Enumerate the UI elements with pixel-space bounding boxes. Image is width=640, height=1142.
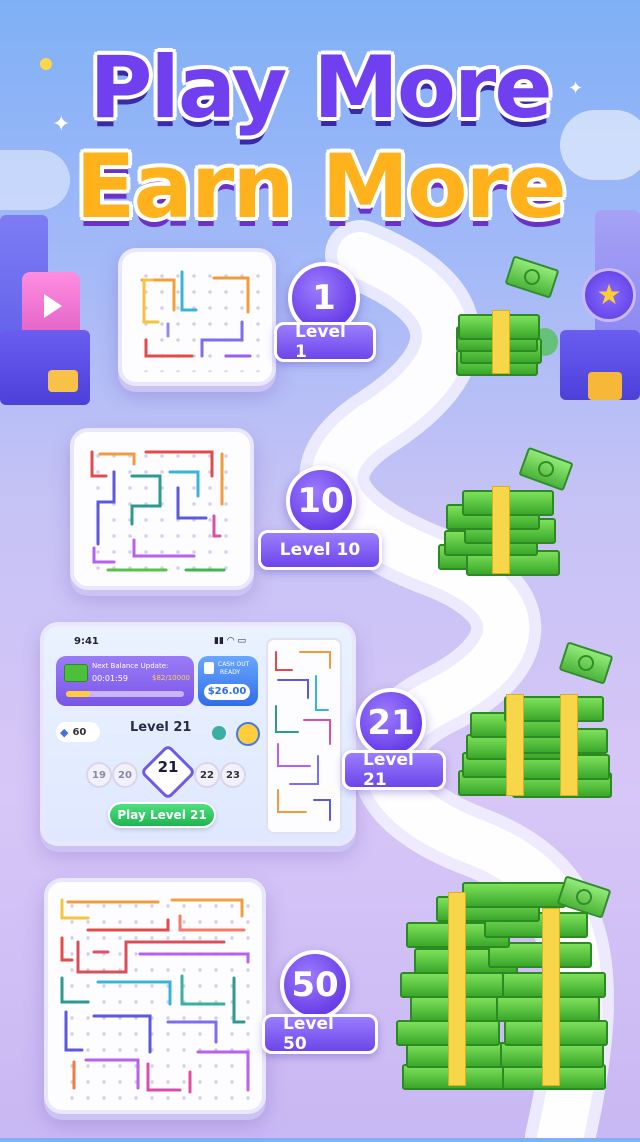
level-50-number-badge: 50 — [280, 950, 350, 1020]
gem-count: 60 — [72, 726, 87, 738]
level-21-number-badge: 21 — [356, 688, 426, 758]
puzzle-lines — [90, 450, 226, 572]
gem-counter[interactable]: ◆ 60 — [56, 722, 100, 742]
level-label: Level 10 — [279, 540, 361, 560]
balance-progress-fill — [66, 691, 90, 697]
status-time: 9:41 — [74, 636, 99, 647]
gem-icon: ◆ — [60, 725, 69, 739]
play-level-button[interactable]: Play Level 21 — [108, 802, 216, 828]
level-selector-22[interactable]: 22 — [194, 762, 220, 788]
level-number: 21 — [367, 703, 415, 743]
level-10-number-badge: 10 — [286, 466, 356, 536]
balance-timer: 00:01:59 — [92, 674, 128, 683]
play-icon — [44, 294, 62, 318]
level-21-app-card[interactable]: 9:41 ▮▮ ◠ ▭ Next Balance Update: 00:01:5… — [40, 622, 356, 846]
level-50-label-pill[interactable]: Level 50 — [262, 1014, 378, 1054]
level-1-label-pill[interactable]: Level 1 — [274, 322, 376, 362]
money-stack-small — [452, 300, 552, 380]
status-icons: ▮▮ ◠ ▭ — [214, 636, 246, 646]
level-10-puzzle-card[interactable] — [70, 428, 254, 590]
puzzle-lines — [60, 898, 250, 1094]
puzzle-lines — [275, 651, 331, 821]
hint-icon[interactable] — [212, 726, 226, 740]
star-icon: ★ — [596, 278, 622, 311]
level-21-puzzle-preview — [266, 638, 342, 834]
cash-out-label: CASH OUT — [218, 661, 250, 668]
title-line-2: Earn More — [75, 135, 566, 238]
level-50-puzzle-card[interactable] — [44, 878, 266, 1114]
level-number: 1 — [312, 278, 336, 318]
level-1-puzzle-card[interactable] — [118, 248, 276, 386]
gold-cube-decor-right — [588, 372, 622, 400]
balance-progress-bar — [66, 691, 184, 697]
balance-label: Next Balance Update: — [92, 662, 169, 670]
level-selector-19[interactable]: 19 — [86, 762, 112, 788]
level-number: 50 — [291, 965, 339, 1005]
cash-out-button[interactable]: CASH OUT READY $26.00 — [198, 656, 258, 706]
level-label: Level 21 — [363, 750, 414, 790]
puzzle-lines — [140, 270, 252, 358]
level-number: 10 — [297, 481, 345, 521]
level-label: Level 50 — [283, 1014, 334, 1054]
cash-icon — [64, 664, 88, 682]
balance-progress-text: $82/10000 — [152, 674, 190, 682]
balance-update-box: Next Balance Update: 00:01:59 $82/10000 — [56, 656, 194, 706]
level-title: Level 21 — [130, 720, 192, 735]
level-21-label-pill[interactable]: Level 21 — [342, 750, 446, 790]
title-line-1: Play More — [89, 38, 552, 138]
level-selector-23[interactable]: 23 — [220, 762, 246, 788]
level-selector-21: 21 — [157, 758, 179, 776]
money-stack-medium — [436, 478, 566, 578]
level-selector-20[interactable]: 20 — [112, 762, 138, 788]
leaderboard-icon[interactable] — [236, 722, 260, 746]
star-badge-decor: ★ — [582, 268, 636, 322]
money-stack-large — [456, 672, 616, 802]
left-block-decor — [0, 330, 90, 405]
gold-cube-decor — [48, 370, 78, 392]
cash-out-ready: READY — [220, 669, 241, 676]
level-label: Level 1 — [295, 322, 346, 362]
cash-out-amount: $26.00 — [204, 684, 250, 700]
paypal-icon — [204, 662, 214, 674]
level-10-label-pill[interactable]: Level 10 — [258, 530, 382, 570]
